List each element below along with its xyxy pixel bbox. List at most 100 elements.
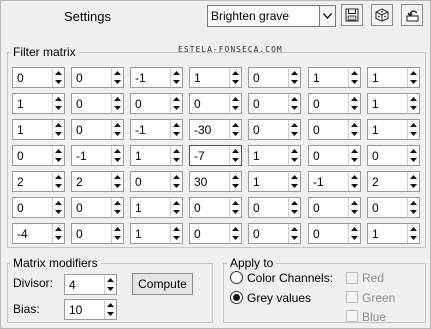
spin-up-icon[interactable] [289, 224, 300, 233]
matrix-cell-r6-c5[interactable]: 0 [248, 197, 301, 218]
spin-up-icon[interactable] [105, 275, 116, 284]
spin-down-icon[interactable] [408, 181, 419, 190]
matrix-cell-r7-c2[interactable]: 0 [71, 223, 124, 244]
spin-down-icon[interactable] [408, 207, 419, 216]
spin-up-icon[interactable] [112, 198, 123, 207]
save-preset-button[interactable] [341, 4, 363, 26]
spin-up-icon[interactable] [230, 120, 241, 129]
spin-down-icon[interactable] [53, 103, 64, 112]
spin-down-icon[interactable] [408, 103, 419, 112]
spin-down-icon[interactable] [112, 233, 123, 242]
spin-up-icon[interactable] [112, 94, 123, 103]
spin-down-icon[interactable] [171, 103, 182, 112]
spin-up-icon[interactable] [230, 146, 241, 155]
matrix-cell-r6-c7[interactable]: 0 [367, 197, 420, 218]
spin-down-icon[interactable] [349, 207, 360, 216]
compute-button[interactable]: Compute [132, 273, 193, 295]
spin-down-icon[interactable] [408, 155, 419, 164]
matrix-cell-r1-c5[interactable]: 0 [248, 67, 301, 88]
matrix-cell-r4-c1[interactable]: 0 [12, 145, 65, 166]
spin-up-icon[interactable] [349, 146, 360, 155]
spin-up-icon[interactable] [171, 172, 182, 181]
matrix-cell-r1-c1[interactable]: 0 [12, 67, 65, 88]
color-channels-radio[interactable] [230, 271, 243, 284]
spin-up-icon[interactable] [230, 224, 241, 233]
spin-up-icon[interactable] [171, 146, 182, 155]
spin-down-icon[interactable] [408, 129, 419, 138]
spin-down-icon[interactable] [289, 129, 300, 138]
matrix-cell-r4-c3[interactable]: 1 [130, 145, 183, 166]
matrix-cell-r3-c2[interactable]: 0 [71, 119, 124, 140]
spin-up-icon[interactable] [408, 224, 419, 233]
spin-up-icon[interactable] [230, 94, 241, 103]
bias-spinbox[interactable]: 10 [64, 299, 117, 320]
spin-down-icon[interactable] [171, 155, 182, 164]
reset-button[interactable] [401, 4, 423, 26]
spin-up-icon[interactable] [171, 198, 182, 207]
spin-down-icon[interactable] [289, 233, 300, 242]
spin-up-icon[interactable] [53, 224, 64, 233]
matrix-cell-r1-c3[interactable]: -1 [130, 67, 183, 88]
spin-up-icon[interactable] [349, 224, 360, 233]
spin-down-icon[interactable] [112, 155, 123, 164]
spin-up-icon[interactable] [289, 94, 300, 103]
spin-up-icon[interactable] [289, 146, 300, 155]
matrix-cell-r6-c3[interactable]: 1 [130, 197, 183, 218]
spin-up-icon[interactable] [112, 224, 123, 233]
matrix-cell-r5-c3[interactable]: 0 [130, 171, 183, 192]
spin-down-icon[interactable] [171, 181, 182, 190]
spin-down-icon[interactable] [289, 155, 300, 164]
matrix-cell-r7-c4[interactable]: 0 [189, 223, 242, 244]
spin-down-icon[interactable] [230, 233, 241, 242]
spin-down-icon[interactable] [112, 77, 123, 86]
matrix-cell-r2-c4[interactable]: 0 [189, 93, 242, 114]
matrix-cell-r6-c6[interactable]: 0 [308, 197, 361, 218]
spin-up-icon[interactable] [408, 120, 419, 129]
chevron-down-icon[interactable] [319, 6, 335, 26]
spin-up-icon[interactable] [171, 68, 182, 77]
spin-up-icon[interactable] [53, 68, 64, 77]
matrix-cell-r3-c3[interactable]: -1 [130, 119, 183, 140]
spin-down-icon[interactable] [112, 207, 123, 216]
spin-down-icon[interactable] [289, 77, 300, 86]
spin-down-icon[interactable] [53, 207, 64, 216]
spin-up-icon[interactable] [408, 146, 419, 155]
spin-down-icon[interactable] [53, 155, 64, 164]
spin-down-icon[interactable] [105, 309, 116, 318]
spin-up-icon[interactable] [289, 172, 300, 181]
spin-up-icon[interactable] [289, 198, 300, 207]
matrix-cell-r7-c7[interactable]: 1 [367, 223, 420, 244]
spin-down-icon[interactable] [289, 181, 300, 190]
matrix-cell-r6-c1[interactable]: 0 [12, 197, 65, 218]
blue-checkbox[interactable] [346, 310, 358, 322]
spin-down-icon[interactable] [112, 181, 123, 190]
spin-down-icon[interactable] [289, 103, 300, 112]
spin-down-icon[interactable] [349, 77, 360, 86]
matrix-cell-r3-c6[interactable]: 0 [308, 119, 361, 140]
spin-down-icon[interactable] [408, 233, 419, 242]
matrix-cell-r1-c7[interactable]: 1 [367, 67, 420, 88]
spin-up-icon[interactable] [289, 68, 300, 77]
matrix-cell-r3-c4[interactable]: -30 [189, 119, 242, 140]
spin-up-icon[interactable] [408, 68, 419, 77]
matrix-cell-r5-c6[interactable]: -1 [308, 171, 361, 192]
matrix-cell-r2-c1[interactable]: 1 [12, 93, 65, 114]
spin-up-icon[interactable] [289, 120, 300, 129]
matrix-cell-r1-c2[interactable]: 0 [71, 67, 124, 88]
spin-down-icon[interactable] [349, 233, 360, 242]
spin-up-icon[interactable] [230, 172, 241, 181]
spin-up-icon[interactable] [349, 94, 360, 103]
spin-up-icon[interactable] [112, 172, 123, 181]
grey-values-label[interactable]: Grey values [247, 291, 311, 305]
spin-up-icon[interactable] [53, 120, 64, 129]
spin-down-icon[interactable] [171, 129, 182, 138]
matrix-cell-r4-c4[interactable]: -7 [189, 145, 242, 166]
red-checkbox[interactable] [346, 272, 358, 284]
spin-down-icon[interactable] [171, 233, 182, 242]
matrix-cell-r3-c7[interactable]: 1 [367, 119, 420, 140]
matrix-cell-r2-c7[interactable]: 1 [367, 93, 420, 114]
divisor-spinbox[interactable]: 4 [64, 274, 117, 295]
spin-up-icon[interactable] [408, 94, 419, 103]
spin-down-icon[interactable] [53, 181, 64, 190]
spin-down-icon[interactable] [171, 77, 182, 86]
